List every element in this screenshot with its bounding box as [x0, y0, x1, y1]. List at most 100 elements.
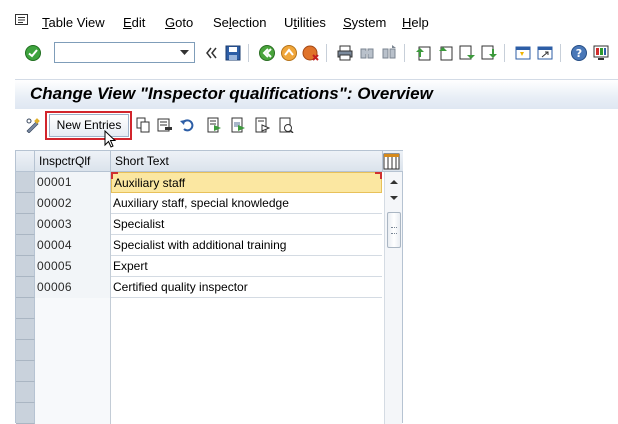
vertical-scrollbar[interactable] — [384, 172, 402, 424]
previous-page-icon[interactable] — [436, 44, 454, 62]
short-text-cell[interactable] — [111, 340, 382, 361]
command-dropdown-icon[interactable] — [176, 44, 193, 61]
short-text-cell[interactable]: Certified quality inspector — [111, 277, 382, 298]
print-icon[interactable] — [336, 44, 354, 62]
empty-table-row[interactable] — [16, 361, 382, 382]
menu-system[interactable]: System — [343, 15, 386, 31]
empty-table-row[interactable] — [16, 340, 382, 361]
short-text-cell[interactable]: Specialist — [111, 214, 382, 235]
row-selector[interactable] — [16, 235, 35, 256]
inspctrqlf-cell: 00003 — [35, 214, 111, 235]
select-block-icon[interactable] — [230, 117, 246, 133]
table-row[interactable]: 00005 Expert — [16, 256, 382, 277]
inspector-qualifications-table: InspctrQlf Short Text 00001 Auxiliary sta… — [15, 150, 403, 424]
empty-table-row[interactable] — [16, 319, 382, 340]
system-menu-icon[interactable] — [15, 14, 28, 25]
inspctrqlf-cell — [35, 319, 111, 340]
short-text-cell[interactable] — [111, 361, 382, 382]
empty-table-row[interactable] — [16, 298, 382, 319]
table-row[interactable]: 00006 Certified quality inspector — [16, 277, 382, 298]
row-selector[interactable] — [16, 193, 35, 214]
toolbar-separator — [326, 44, 327, 62]
toolbar-separator — [560, 44, 561, 62]
exit-icon[interactable] — [280, 44, 298, 62]
menu-table-view[interactable]: Table View — [42, 15, 105, 31]
scrollbar-thumb[interactable] — [387, 212, 401, 248]
short-text-cell[interactable]: Expert — [111, 256, 382, 277]
standard-toolbar: ? — [0, 40, 618, 66]
row-selector[interactable] — [16, 172, 35, 193]
toolbar-separator — [404, 44, 405, 62]
title-bar: Change View "Inspector qualifications": … — [15, 79, 618, 109]
next-page-icon[interactable] — [458, 44, 476, 62]
menu-utilities[interactable]: Utilities — [284, 15, 326, 31]
row-selector[interactable] — [16, 403, 35, 424]
inspctrqlf-cell: 00002 — [35, 193, 111, 214]
short-text-cell[interactable]: Auxiliary staff, special knowledge — [111, 193, 382, 214]
last-page-icon[interactable] — [480, 44, 498, 62]
row-selector[interactable] — [16, 214, 35, 235]
deselect-all-icon[interactable] — [254, 117, 270, 133]
row-selector[interactable] — [16, 319, 35, 340]
inspctrqlf-cell: 00001 — [35, 172, 111, 193]
short-text-cell[interactable]: Auxiliary staff — [111, 172, 382, 193]
menu-selection[interactable]: Selection — [213, 15, 267, 31]
menu-goto[interactable]: Goto — [165, 15, 193, 31]
create-session-icon[interactable] — [514, 44, 532, 62]
select-all-rows-corner[interactable] — [16, 151, 35, 172]
table-settings-icon[interactable] — [383, 153, 400, 170]
help-icon[interactable]: ? — [570, 44, 588, 62]
row-selector[interactable] — [16, 340, 35, 361]
table-row[interactable]: 00001 Auxiliary staff — [16, 172, 382, 193]
empty-table-row[interactable] — [16, 403, 382, 424]
scroll-up-icon[interactable] — [387, 176, 401, 188]
inspctrqlf-cell: 00006 — [35, 277, 111, 298]
empty-table-row[interactable] — [16, 382, 382, 403]
short-text-cell[interactable] — [111, 298, 382, 319]
other-entry-icon[interactable] — [278, 117, 294, 133]
short-text-cell[interactable] — [111, 319, 382, 340]
column-header-inspctrqlf[interactable]: InspctrQlf — [35, 151, 111, 172]
back-icon[interactable] — [258, 44, 276, 62]
display-change-icon[interactable] — [25, 117, 41, 133]
table-row[interactable]: 00002 Auxiliary staff, special knowledge — [16, 193, 382, 214]
table-header: InspctrQlf Short Text — [16, 151, 403, 172]
command-field[interactable] — [54, 42, 195, 63]
table-row[interactable]: 00003 Specialist — [16, 214, 382, 235]
row-selector[interactable] — [16, 277, 35, 298]
inspctrqlf-cell: 00004 — [35, 235, 111, 256]
short-text-cell[interactable] — [111, 382, 382, 403]
select-all-icon[interactable] — [206, 117, 222, 133]
first-page-icon[interactable] — [414, 44, 432, 62]
menu-help[interactable]: Help — [402, 15, 429, 31]
row-selector[interactable] — [16, 361, 35, 382]
short-text-cell[interactable]: Specialist with additional training — [111, 235, 382, 256]
back-chevron-icon[interactable] — [202, 44, 220, 62]
find-icon[interactable] — [358, 44, 376, 62]
toolbar-separator — [248, 44, 249, 62]
delete-icon[interactable] — [157, 117, 173, 133]
row-selector[interactable] — [16, 256, 35, 277]
inspctrqlf-cell — [35, 361, 111, 382]
customize-layout-icon[interactable] — [592, 44, 610, 62]
command-input[interactable] — [55, 43, 173, 62]
shortcut-icon[interactable] — [536, 44, 554, 62]
undo-change-icon[interactable] — [179, 117, 195, 133]
table-row[interactable]: 00004 Specialist with additional training — [16, 235, 382, 256]
inspctrqlf-cell — [35, 403, 111, 424]
short-text-cell[interactable] — [111, 403, 382, 424]
menu-edit[interactable]: Edit — [123, 15, 145, 31]
enter-icon[interactable] — [24, 44, 42, 62]
row-selector[interactable] — [16, 298, 35, 319]
svg-text:?: ? — [576, 47, 582, 60]
inspctrqlf-cell: 00005 — [35, 256, 111, 277]
scroll-down-icon[interactable] — [387, 192, 401, 204]
save-icon[interactable] — [224, 44, 242, 62]
column-header-short-text[interactable]: Short Text — [111, 151, 383, 172]
cancel-icon[interactable] — [302, 44, 320, 62]
row-selector[interactable] — [16, 382, 35, 403]
find-next-icon[interactable] — [380, 44, 398, 62]
toolbar-separator — [504, 44, 505, 62]
copy-as-icon[interactable] — [135, 117, 151, 133]
application-toolbar: New Entries — [15, 111, 618, 148]
